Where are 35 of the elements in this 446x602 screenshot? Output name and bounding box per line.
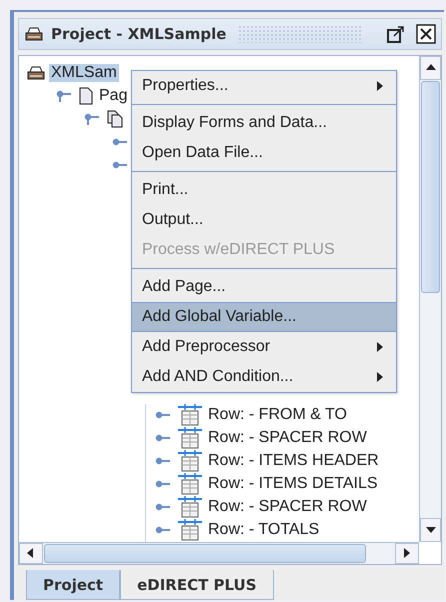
documents-icon [107, 110, 123, 128]
menu-item[interactable]: Add Global Variable... [132, 302, 396, 332]
scroll-thumb[interactable] [44, 544, 366, 563]
table-row-icon [178, 404, 202, 426]
tree-node-label[interactable]: Row: - SPACER ROW [206, 429, 369, 448]
close-button[interactable] [415, 22, 437, 45]
table-row-icon [178, 496, 202, 518]
table-row-icon [178, 450, 202, 472]
printer-icon [27, 65, 45, 82]
horizontal-scrollbar[interactable] [19, 542, 419, 564]
scroll-thumb[interactable] [421, 80, 440, 293]
table-row-icon [178, 427, 202, 450]
tab[interactable]: eDIRECT PLUS [120, 570, 274, 600]
tree-node-label[interactable]: Pag [97, 87, 130, 106]
printer-icon [25, 26, 43, 42]
tree-node-label[interactable]: XMLSam [49, 64, 119, 82]
menu-item[interactable]: Print... [132, 174, 396, 205]
menu-item[interactable]: Add Page... [132, 272, 396, 302]
vertical-scrollbar[interactable] [419, 56, 441, 542]
tree-node-label[interactable]: Row: - ITEMS HEADER [206, 452, 381, 470]
window-title: Project - XMLSample [51, 24, 226, 43]
tree-node-label[interactable]: Row: - ITEMS DETAILS [206, 475, 380, 494]
tree-node-label[interactable]: Row: - TOTALS [206, 521, 322, 540]
menu-item[interactable]: Properties... [132, 70, 396, 101]
menu-item[interactable]: Output... [132, 204, 396, 235]
table-row-icon [178, 473, 202, 496]
table-row-icon [178, 519, 202, 542]
menu-item[interactable]: Open Data File... [132, 138, 396, 168]
tree-node-label[interactable]: Row: - SPACER ROW [206, 498, 369, 516]
tab[interactable]: Project [26, 570, 120, 600]
menu-item[interactable]: Add AND Condition... [132, 362, 396, 392]
tree-node-label[interactable]: Row: - FROM & TO [206, 406, 349, 424]
menu-item[interactable]: Add Preprocessor [132, 332, 396, 362]
menu-item[interactable]: Display Forms and Data... [132, 108, 396, 138]
document-icon [79, 87, 93, 106]
